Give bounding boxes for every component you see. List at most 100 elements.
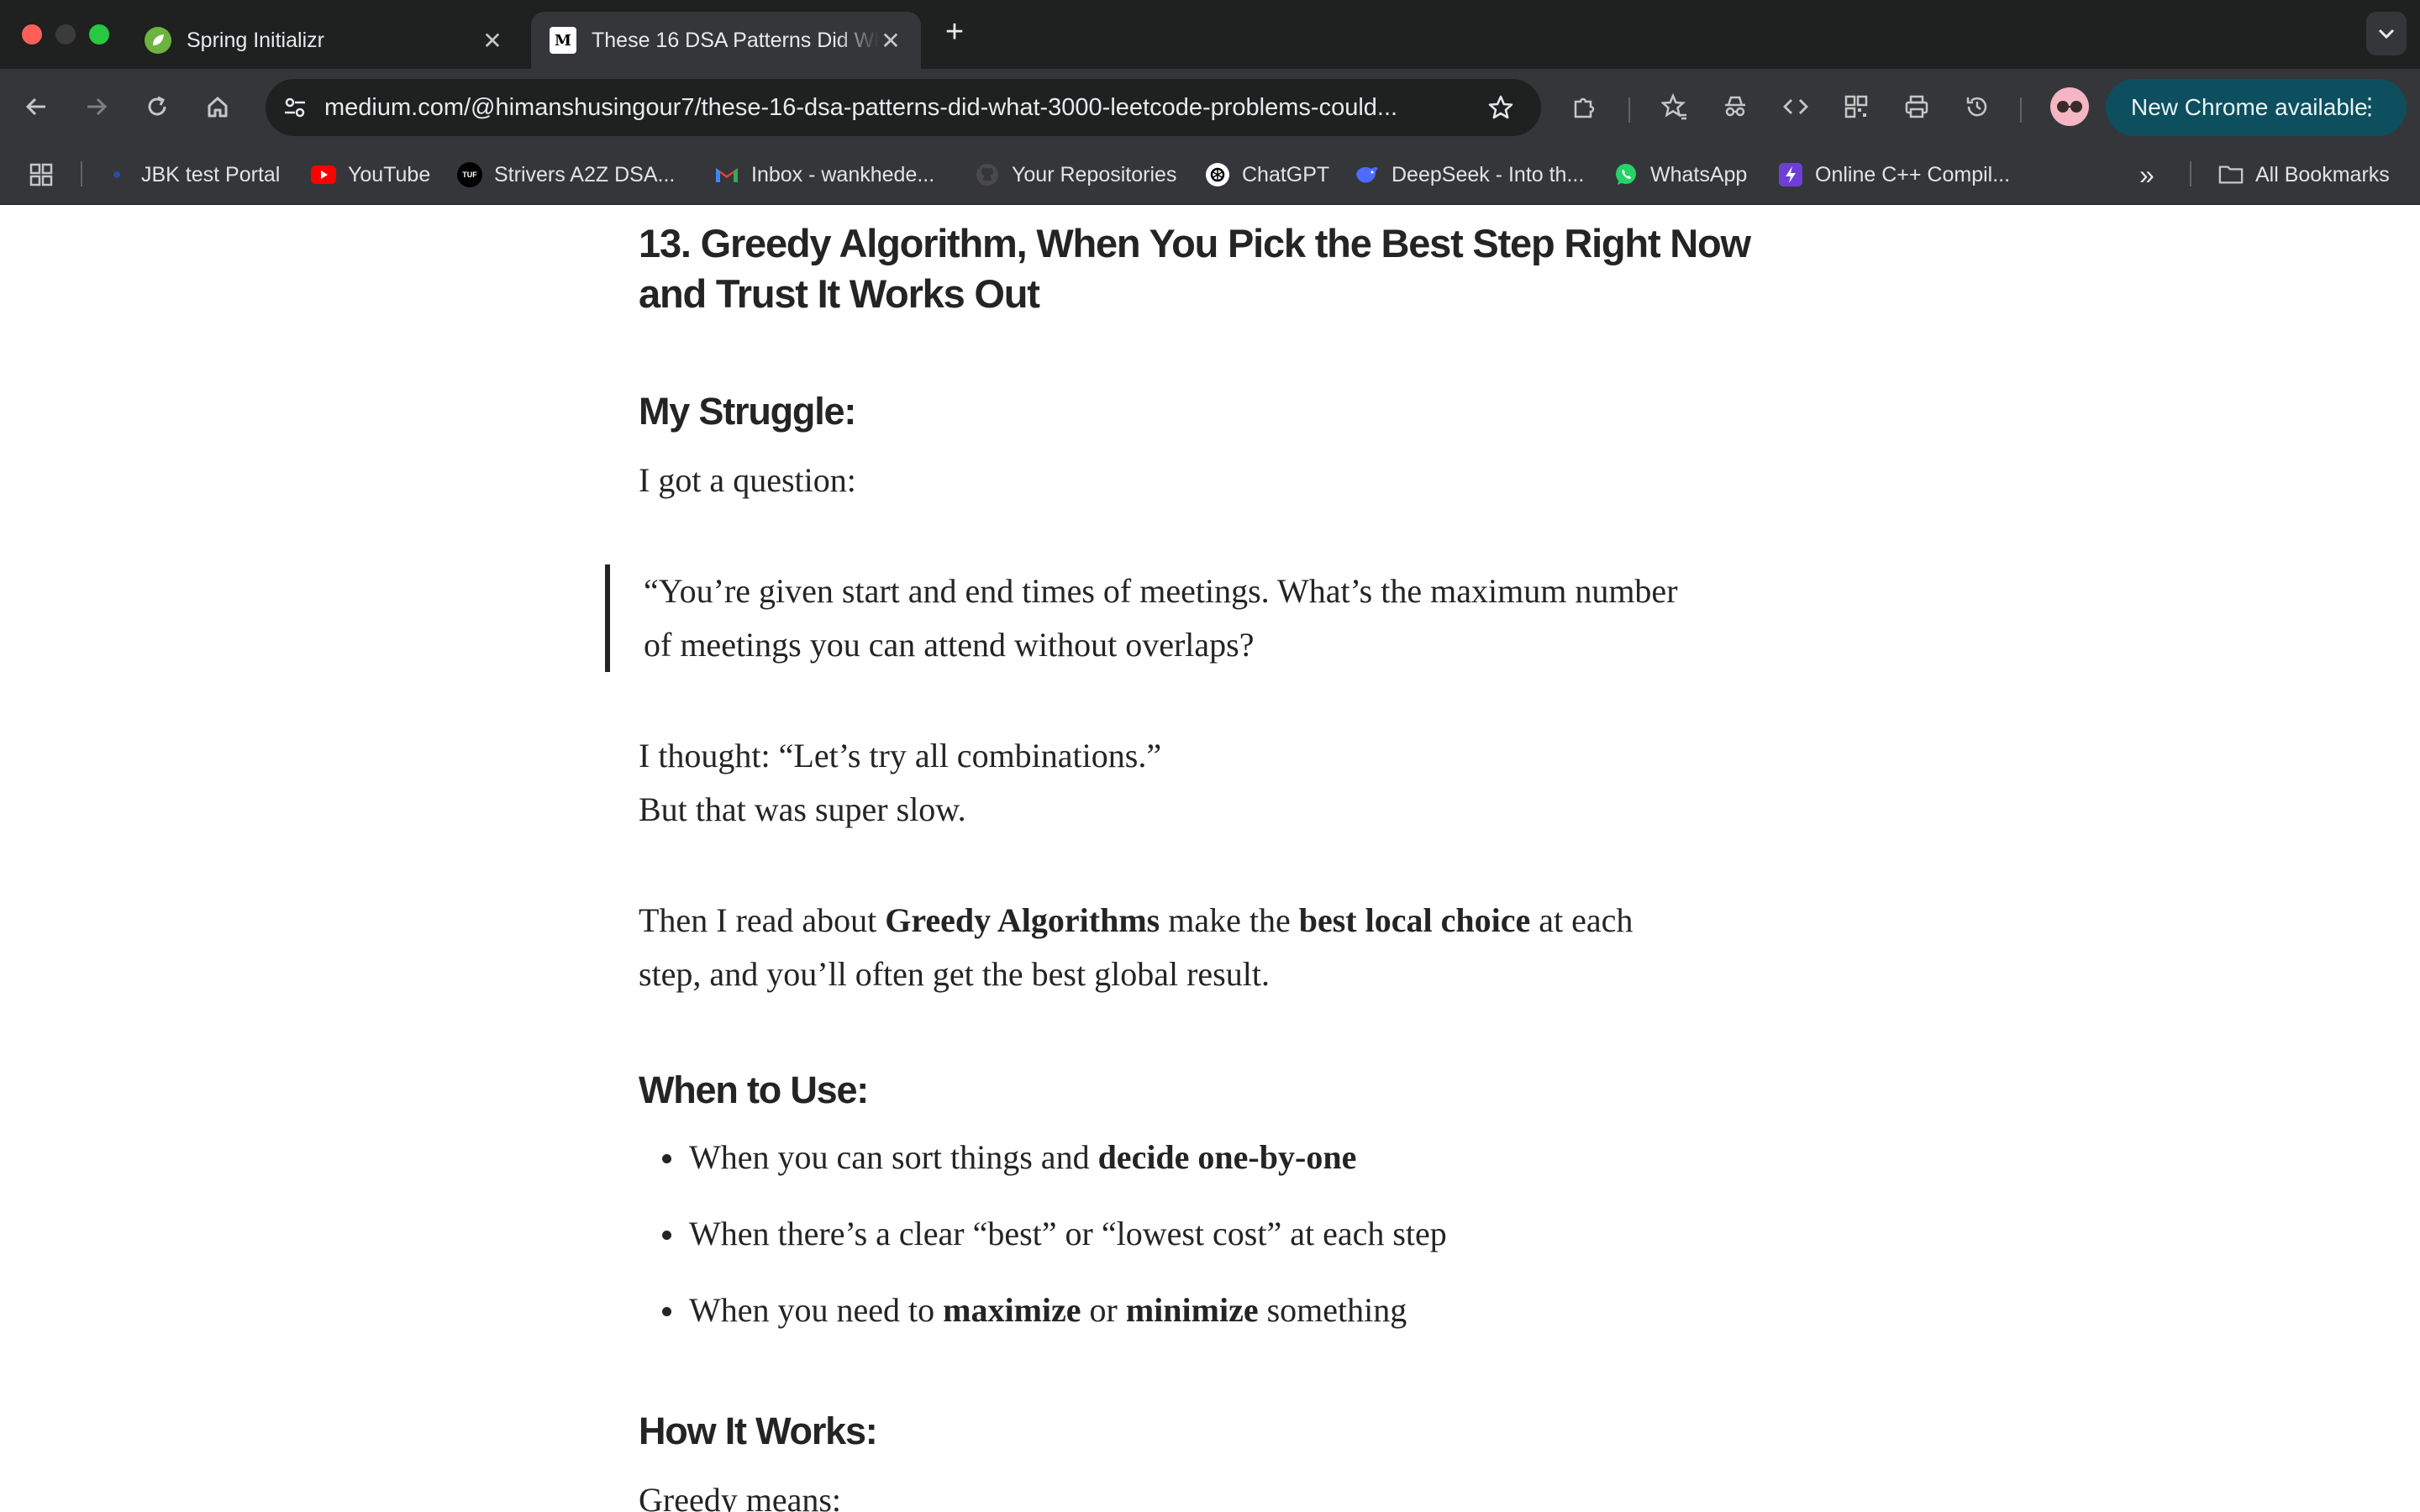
star-icon	[1488, 95, 1513, 119]
quote-line: “You’re given start and end times of mee…	[644, 572, 1678, 610]
bookmark-strivers-a2z[interactable]: TUF Strivers A2Z DSA...	[457, 158, 675, 192]
more-vert-icon[interactable]: ⋮	[2358, 94, 2381, 119]
code-icon	[1783, 99, 1808, 114]
update-chrome-button[interactable]: New Chrome available ⋮	[2106, 79, 2407, 136]
toolbar-divider	[2020, 97, 2022, 123]
bookmark-deepseek[interactable]: DeepSeek - Into th...	[1355, 158, 1584, 192]
list-item: When you need to maximize or minimize so…	[639, 1284, 1781, 1337]
bold-run: maximize	[943, 1291, 1081, 1329]
close-icon[interactable]: ✕	[481, 27, 504, 55]
apps-grid-icon	[29, 163, 53, 186]
bold-run: minimize	[1125, 1291, 1259, 1329]
chevron-down-icon	[2378, 29, 2395, 39]
text-run: Then I read about	[639, 901, 886, 939]
bookmark-your-repositories[interactable]: Your Repositories	[975, 158, 1176, 192]
bookmark-manager-button[interactable]	[1655, 87, 1694, 126]
new-tab-button[interactable]: +	[938, 15, 971, 49]
chatgpt-icon	[1205, 162, 1230, 187]
extensions-button[interactable]	[1565, 87, 1603, 126]
gmail-icon	[714, 162, 739, 187]
update-label: New Chrome available	[2131, 94, 2368, 120]
bookmark-star-button[interactable]	[1482, 89, 1519, 126]
section-title: 13. Greedy Algorithm, When You Pick the …	[639, 218, 1781, 319]
list-item: When there’s a clear “best” or “lowest c…	[639, 1207, 1781, 1261]
arrow-right-icon	[87, 97, 108, 116]
close-icon[interactable]: ✕	[879, 27, 902, 55]
history-button[interactable]	[1958, 87, 1996, 126]
text-run: When you need to	[689, 1291, 944, 1329]
forward-button[interactable]	[77, 87, 116, 126]
bookmark-online-cpp-compiler[interactable]: Online C++ Compil...	[1778, 158, 2010, 192]
print-button[interactable]	[1897, 87, 1936, 126]
jbk-icon	[104, 162, 129, 187]
url-text[interactable]: medium.com/@himanshusingour7/these-16-ds…	[324, 94, 1467, 122]
back-button[interactable]	[17, 87, 55, 126]
reload-button[interactable]	[138, 87, 176, 126]
bookmark-chatgpt[interactable]: ChatGPT	[1205, 158, 1329, 192]
site-info-button[interactable]	[276, 88, 314, 127]
star-list-icon	[1661, 93, 1686, 120]
tab-search-button[interactable]	[2366, 12, 2407, 55]
puzzle-icon	[1574, 97, 1595, 118]
bookmark-jbk-test-portal[interactable]: JBK test Portal	[104, 158, 280, 192]
bookmark-label: Strivers A2Z DSA...	[494, 162, 676, 186]
qr-code-button[interactable]	[1837, 87, 1876, 126]
printer-icon	[1905, 95, 1928, 118]
greedy-line: Then I read about Greedy Algorithms make…	[639, 894, 1781, 948]
thought-line: I thought: “Let’s try all combinations.”	[639, 737, 1162, 774]
all-bookmarks-button[interactable]: All Bookmarks	[2218, 158, 2390, 192]
home-icon	[208, 97, 228, 118]
bookmark-gmail-inbox[interactable]: Inbox - wankhede...	[714, 158, 934, 192]
section-title-line: 13. Greedy Algorithm, When You Pick the …	[639, 221, 1751, 265]
article-body: 13. Greedy Algorithm, When You Pick the …	[0, 205, 2420, 1512]
bookmark-label: YouTube	[348, 162, 431, 186]
profile-avatar[interactable]	[2050, 87, 2089, 126]
bookmarks-divider	[81, 161, 82, 186]
github-icon	[975, 162, 1000, 187]
how-it-works-heading: How It Works:	[639, 1410, 878, 1452]
text-run: at each	[1530, 901, 1634, 939]
deepseek-icon	[1355, 162, 1380, 187]
history-icon	[1966, 97, 1987, 117]
tab-strip: Spring Initializr ✕ M These 16 DSA Patte…	[0, 0, 2420, 69]
bookmark-label: All Bookmarks	[2255, 162, 2390, 186]
bookmark-whatsapp[interactable]: WhatsApp	[1613, 158, 1747, 192]
maximize-window-button[interactable]	[89, 24, 109, 45]
devtools-button[interactable]	[1776, 87, 1815, 126]
meeting-question-quote: “You’re given start and end times of mee…	[605, 564, 1798, 672]
struggle-heading: My Struggle:	[639, 390, 856, 433]
spring-leaf-icon	[145, 27, 171, 54]
compiler-icon	[1778, 162, 1803, 187]
arrow-left-icon	[25, 97, 45, 116]
tune-icon	[285, 97, 305, 118]
bookmark-label: Inbox - wankhede...	[751, 162, 935, 186]
bookmark-youtube[interactable]: YouTube	[311, 158, 430, 192]
tuf-icon: TUF	[457, 162, 482, 187]
thought-line: But that was super slow.	[639, 790, 966, 828]
bookmarks-overflow-button[interactable]: »	[2139, 158, 2154, 192]
text-run: or	[1081, 1291, 1126, 1329]
bookmark-label: DeepSeek - Into th...	[1392, 162, 1585, 186]
incognito-button[interactable]	[1716, 87, 1754, 126]
how-intro: Greedy means:	[639, 1481, 842, 1512]
greedy-intro-paragraph: Then I read about Greedy Algorithms make…	[639, 894, 1781, 1001]
section-title-line: and Trust It Works Out	[639, 271, 1040, 316]
bookmark-label: Your Repositories	[1012, 162, 1177, 186]
tab-title: These 16 DSA Patterns Did What 3000 Leet…	[592, 28, 879, 52]
address-bar[interactable]: medium.com/@himanshusingour7/these-16-ds…	[266, 79, 1541, 136]
bookmark-label: WhatsApp	[1650, 162, 1748, 186]
close-window-button[interactable]	[22, 24, 42, 45]
home-button[interactable]	[198, 87, 237, 126]
bold-run: decide one-by-one	[1097, 1138, 1357, 1176]
apps-button[interactable]	[29, 158, 54, 192]
quote-line: of meetings you can attend without overl…	[644, 626, 1255, 664]
text-run: When you can sort things and	[689, 1138, 1098, 1176]
tab-spring-initializr[interactable]: Spring Initializr ✕	[126, 12, 523, 69]
youtube-icon	[311, 162, 336, 187]
bookmarks-bar: JBK test Portal YouTube TUF Strivers A2Z…	[0, 144, 2420, 205]
tab-title: Spring Initializr	[187, 28, 324, 52]
minimize-window-button[interactable]	[55, 24, 76, 45]
toolbar-divider	[1628, 97, 1630, 123]
whatsapp-icon	[1613, 162, 1639, 187]
tab-medium-article[interactable]: M These 16 DSA Patterns Did What 3000 Le…	[531, 12, 921, 69]
